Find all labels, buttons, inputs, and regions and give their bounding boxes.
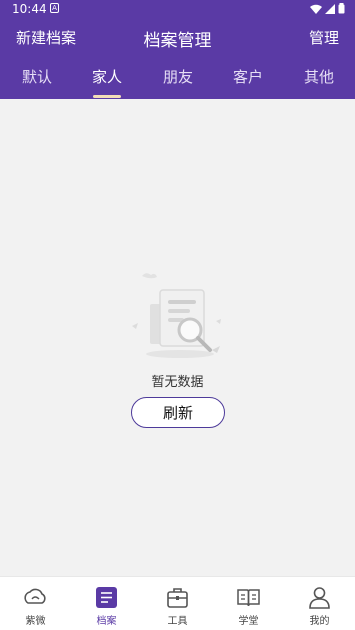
tab-default[interactable]: 默认 xyxy=(12,66,62,87)
bottom-navigation: 紫微 档案 工具 学堂 我的 xyxy=(0,576,355,630)
nav-item-archive[interactable]: 档案 xyxy=(71,577,142,630)
notification-a-icon: A xyxy=(50,3,59,13)
nav-label-mine: 我的 xyxy=(309,616,330,627)
tab-other[interactable]: 其他 xyxy=(294,66,344,87)
nav-item-school[interactable]: 学堂 xyxy=(213,577,284,630)
empty-state-text: 暂无数据 xyxy=(151,375,204,390)
tab-clients[interactable]: 客户 xyxy=(223,66,273,87)
nav-bar: 新建档案 档案管理 管理 xyxy=(0,22,355,54)
wifi-icon xyxy=(310,4,322,14)
nav-item-ziwei[interactable]: 紫微 xyxy=(0,577,71,630)
tab-friends[interactable]: 朋友 xyxy=(153,66,203,87)
category-tabs: 默认 家人 朋友 客户 其他 xyxy=(0,62,355,99)
toolbox-icon xyxy=(167,588,188,608)
archive-list-area: 暂无数据 刷新 xyxy=(0,99,355,576)
refresh-button[interactable]: 刷新 xyxy=(131,397,225,428)
status-time: 10:44 xyxy=(12,2,47,16)
nav-label-tools: 工具 xyxy=(167,616,188,627)
cloud-icon xyxy=(24,588,46,604)
nav-item-mine[interactable]: 我的 xyxy=(284,577,355,630)
manage-button[interactable]: 管理 xyxy=(309,27,339,48)
archive-icon xyxy=(96,587,117,608)
new-archive-button[interactable]: 新建档案 xyxy=(16,27,76,48)
tab-family[interactable]: 家人 xyxy=(82,66,132,87)
status-bar: 10:44 A xyxy=(0,0,355,18)
empty-document-search-icon xyxy=(132,273,221,358)
status-icons xyxy=(310,3,345,14)
tab-indicator xyxy=(93,95,121,98)
app-header: 10:44 A 新建档案 档案管理 管理 默认 家人 朋友 客户 其他 xyxy=(0,0,355,99)
battery-icon xyxy=(338,3,345,14)
nav-label-archive: 档案 xyxy=(96,616,117,627)
person-icon xyxy=(309,587,330,609)
nav-label-ziwei: 紫微 xyxy=(25,616,46,627)
signal-icon xyxy=(325,3,335,14)
nav-item-tools[interactable]: 工具 xyxy=(142,577,213,630)
nav-label-school: 学堂 xyxy=(238,616,259,627)
book-icon xyxy=(237,589,260,607)
